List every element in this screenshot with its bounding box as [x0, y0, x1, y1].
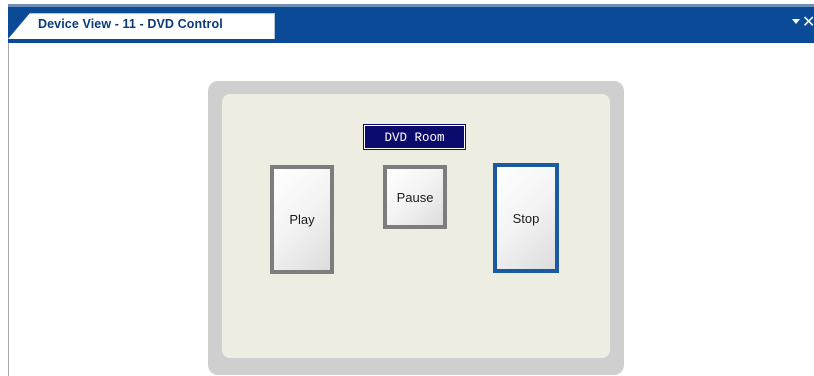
tab-title[interactable]: Device View - 11 - DVD Control: [38, 17, 223, 31]
play-button-label: Play: [289, 212, 315, 227]
stop-button[interactable]: Stop: [493, 163, 559, 273]
close-icon[interactable]: ✕: [802, 14, 814, 30]
pause-button-label: Pause: [396, 189, 434, 205]
content-left-border: [8, 43, 9, 376]
stop-button-label: Stop: [512, 210, 540, 226]
room-label: DVD Room: [363, 124, 466, 150]
play-button[interactable]: Play: [270, 165, 334, 274]
pause-button[interactable]: Pause: [383, 165, 447, 229]
device-view-window: Device View - 11 - DVD Control ✕ DVD Roo…: [0, 0, 814, 376]
tab-underline: [8, 41, 814, 43]
chevron-down-icon[interactable]: [792, 19, 800, 24]
